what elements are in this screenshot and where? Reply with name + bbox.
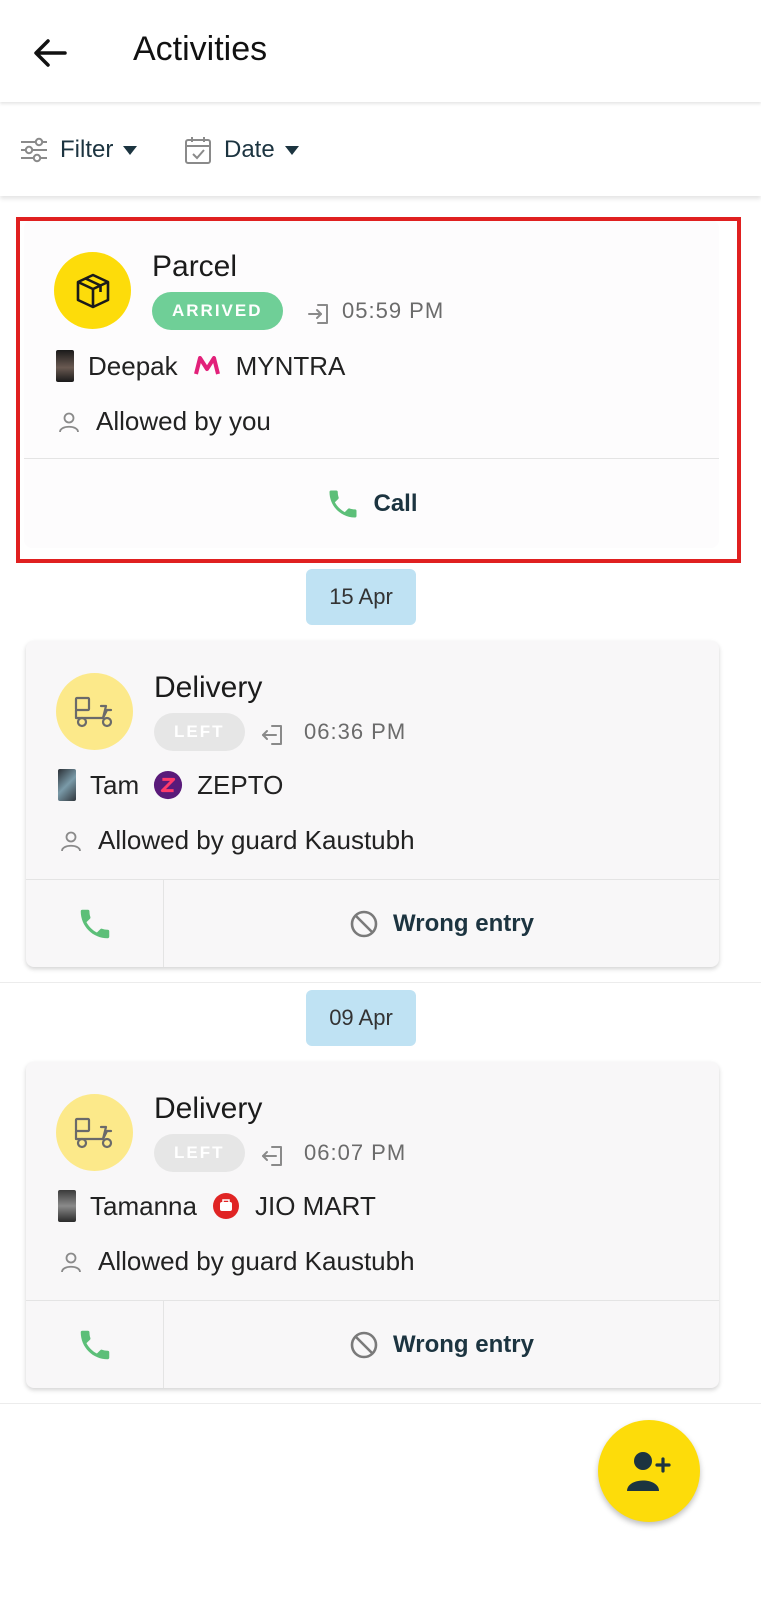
page-title: Activities	[133, 30, 268, 68]
delivery-scooter-icon	[74, 1117, 112, 1148]
wrong-entry-button[interactable]: Wrong entry	[164, 880, 719, 967]
allowed-row: Allowed by you	[56, 406, 271, 437]
back-button[interactable]	[30, 33, 70, 73]
arrow-left-icon	[34, 39, 67, 67]
activity-time: 05:59 PM	[342, 298, 445, 323]
date-chip: 09 Apr	[306, 990, 416, 1046]
login-icon	[308, 304, 328, 324]
vendor-name: JIO MART	[254, 1190, 376, 1221]
add-visitor-fab[interactable]	[598, 1420, 700, 1522]
date-chip: 15 Apr	[306, 569, 416, 625]
sliders-icon	[21, 137, 47, 163]
filter-bar: Filter Date	[0, 102, 761, 196]
calendar-check-icon	[185, 137, 211, 164]
visitor-photo	[58, 1190, 76, 1222]
wrong-entry-label: Wrong entry	[393, 909, 534, 937]
call-label: Call	[373, 489, 418, 517]
vendor-name: MYNTRA	[235, 350, 346, 381]
status-badge: ARRIVED	[152, 292, 283, 330]
action-bar: Wrong entry	[26, 880, 719, 967]
phone-icon	[329, 490, 357, 517]
allowed-by-text: Allowed by guard Kaustubh	[98, 825, 415, 855]
block-icon	[350, 910, 378, 937]
wrong-entry-button[interactable]: Wrong entry	[164, 1301, 719, 1388]
wrong-entry-label: Wrong entry	[393, 1330, 534, 1358]
allowed-by-text: Allowed by you	[96, 406, 271, 436]
visitor-photo	[58, 769, 76, 801]
jiomart-logo	[211, 1191, 241, 1221]
action-bar: Wrong entry	[26, 1301, 719, 1388]
delivery-avatar	[56, 1094, 133, 1171]
date-label: Date	[224, 136, 275, 163]
package-icon	[76, 273, 109, 308]
caret-down-icon	[284, 145, 299, 155]
block-icon	[350, 1331, 378, 1358]
add-person-icon	[627, 1452, 671, 1491]
person-outline-icon	[58, 1249, 84, 1275]
visitor-photo	[56, 350, 74, 382]
call-button[interactable]: Call	[24, 459, 719, 548]
call-button[interactable]	[26, 1301, 164, 1388]
date-button[interactable]: Date	[184, 130, 299, 170]
allowed-row: Allowed by guard Kaustubh	[58, 1246, 415, 1277]
visitor-name: Tam	[90, 769, 140, 800]
call-button[interactable]	[26, 880, 164, 967]
visitor-name: Deepak	[88, 350, 178, 381]
allowed-by-text: Allowed by guard Kaustubh	[98, 1246, 415, 1276]
activity-time: 06:36 PM	[304, 719, 407, 744]
app-bar: Activities	[0, 0, 761, 102]
person-outline-icon	[58, 828, 84, 854]
section-separator	[0, 982, 761, 983]
activity-time: 06:07 PM	[304, 1140, 407, 1165]
visitor-row: Deepak MYNTRA	[56, 350, 345, 382]
action-bar: Call	[24, 459, 719, 548]
logout-icon	[262, 1146, 282, 1166]
visitor-row: Tamanna JIO MART	[58, 1190, 376, 1222]
person-outline-icon	[56, 409, 82, 435]
delivery-avatar	[56, 673, 133, 750]
visitor-name: Tamanna	[90, 1190, 197, 1221]
activity-type: Parcel	[152, 250, 238, 283]
phone-icon	[80, 1330, 109, 1359]
parcel-avatar	[54, 252, 131, 329]
phone-icon	[80, 909, 109, 938]
activity-card[interactable]: Delivery LEFT 06:07 PM Tamanna JIO MART …	[26, 1062, 719, 1388]
status-badge: LEFT	[154, 713, 245, 751]
status-badge: LEFT	[154, 1134, 245, 1172]
logout-icon	[262, 725, 282, 745]
allowed-row: Allowed by guard Kaustubh	[58, 825, 415, 856]
visitor-row: Tam ZEPTO	[58, 769, 283, 801]
delivery-scooter-icon	[74, 696, 112, 727]
filter-button[interactable]: Filter	[20, 130, 138, 170]
activity-card[interactable]: Parcel ARRIVED 05:59 PM Deepak MYNTRA Al…	[24, 220, 719, 548]
myntra-logo	[192, 351, 222, 381]
caret-down-icon	[123, 145, 138, 155]
section-separator	[0, 1403, 761, 1404]
vendor-name: ZEPTO	[197, 769, 284, 800]
filter-label: Filter	[60, 136, 114, 163]
activity-type: Delivery	[154, 671, 263, 704]
activity-card[interactable]: Delivery LEFT 06:36 PM Tam ZEPTO Allowed…	[26, 641, 719, 967]
zepto-logo	[153, 770, 183, 800]
activity-type: Delivery	[154, 1092, 263, 1125]
